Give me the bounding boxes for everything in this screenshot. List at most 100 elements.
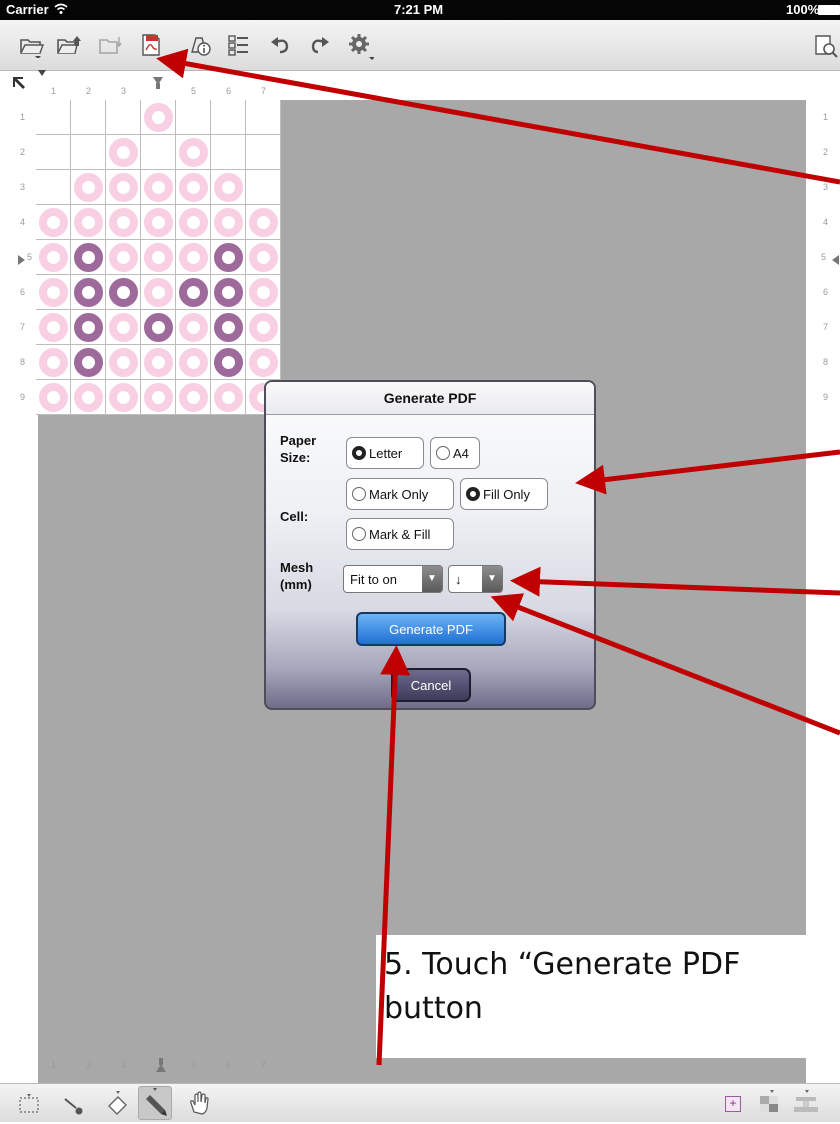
grid-cell[interactable] (211, 170, 246, 205)
grid-cell[interactable] (141, 135, 176, 170)
bead-pattern-grid[interactable] (36, 100, 281, 415)
grid-cell[interactable] (106, 380, 141, 415)
grid-cell[interactable] (211, 240, 246, 275)
ruler-tick-label: 3 (121, 1060, 127, 1070)
grid-cell[interactable] (211, 310, 246, 345)
grid-cell[interactable] (36, 275, 71, 310)
grid-cell[interactable] (176, 240, 211, 275)
grid-cell[interactable] (141, 100, 176, 135)
hand-icon[interactable] (186, 1090, 212, 1121)
column-marker-icon[interactable] (153, 77, 163, 96)
grid-cell[interactable] (176, 100, 211, 135)
generate-pdf-button[interactable]: Generate PDF (356, 612, 506, 646)
grid-cell[interactable] (211, 380, 246, 415)
pink-bead (249, 278, 278, 307)
collapse-ruler-icon[interactable] (12, 76, 26, 95)
grid-cell[interactable] (176, 310, 211, 345)
cell-fill-only-option[interactable]: Fill Only (460, 478, 548, 510)
grid-cell[interactable] (246, 100, 281, 135)
grid-cell[interactable] (141, 170, 176, 205)
cancel-button[interactable]: Cancel (391, 668, 471, 702)
cell-mark-fill-option[interactable]: Mark & Fill (346, 518, 454, 550)
grid-cell[interactable] (141, 380, 176, 415)
brush-icon[interactable] (62, 1094, 86, 1121)
grid-cell[interactable] (246, 170, 281, 205)
grid-cell[interactable] (246, 205, 281, 240)
grid-cell[interactable] (246, 240, 281, 275)
grid-cell[interactable] (71, 275, 106, 310)
grid-cell[interactable] (71, 205, 106, 240)
grid-cell[interactable] (36, 380, 71, 415)
grid-cell[interactable] (176, 275, 211, 310)
grid-cell[interactable] (246, 310, 281, 345)
grid-cell[interactable] (106, 275, 141, 310)
stamp-icon[interactable] (792, 1090, 832, 1121)
grid-cell[interactable] (211, 205, 246, 240)
pdf-icon[interactable] (138, 32, 164, 58)
grid-cell[interactable] (71, 100, 106, 135)
grid-cell[interactable] (141, 205, 176, 240)
grid-cell[interactable] (246, 275, 281, 310)
layers-icon[interactable] (757, 1090, 781, 1121)
grid-cell[interactable] (141, 240, 176, 275)
grid-cell[interactable] (176, 380, 211, 415)
grid-cell[interactable] (71, 345, 106, 380)
grid-cell[interactable] (246, 345, 281, 380)
zoom-plus-icon[interactable]: + (725, 1096, 741, 1112)
grid-cell[interactable] (176, 205, 211, 240)
grid-cell[interactable] (176, 135, 211, 170)
grid-cell[interactable] (71, 170, 106, 205)
grid-cell[interactable] (246, 135, 281, 170)
grid-cell[interactable] (141, 310, 176, 345)
paper-a4-option[interactable]: A4 (430, 437, 480, 469)
paper-letter-option[interactable]: Letter (346, 437, 424, 469)
grid-cell[interactable] (211, 100, 246, 135)
grid-cell[interactable] (141, 345, 176, 380)
preview-icon[interactable] (812, 32, 838, 58)
pink-bead (74, 208, 103, 237)
grid-cell[interactable] (106, 240, 141, 275)
save-export-icon[interactable] (55, 32, 81, 58)
grid-cell[interactable] (106, 100, 141, 135)
grid-cell[interactable] (36, 240, 71, 275)
select-rect-icon[interactable] (18, 1094, 42, 1121)
mesh-fit-select[interactable]: Fit to on ▼ (343, 565, 443, 593)
grid-cell[interactable] (211, 345, 246, 380)
info-icon[interactable] (188, 32, 214, 58)
undo-icon[interactable] (268, 32, 294, 58)
grid-cell[interactable] (106, 205, 141, 240)
grid-cell[interactable] (106, 345, 141, 380)
grid-cell[interactable] (71, 240, 106, 275)
grid-cell[interactable] (36, 345, 71, 380)
gear-icon[interactable] (346, 32, 375, 60)
purple-bead (109, 278, 138, 307)
grid-cell[interactable] (36, 170, 71, 205)
grid-cell[interactable] (71, 380, 106, 415)
grid-cell[interactable] (36, 310, 71, 345)
folder-import-icon[interactable] (97, 32, 123, 58)
list-icon[interactable] (226, 32, 252, 58)
grid-cell[interactable] (36, 100, 71, 135)
grid-cell[interactable] (211, 135, 246, 170)
grid-cell[interactable] (106, 135, 141, 170)
redo-icon[interactable] (306, 32, 332, 58)
mesh-size-select[interactable]: ↓ ▼ (448, 565, 503, 593)
pink-bead (249, 313, 278, 342)
eraser-icon[interactable] (104, 1090, 132, 1121)
cell-mark-only-option[interactable]: Mark Only (346, 478, 454, 510)
row-marker-icon[interactable] (18, 252, 28, 270)
grid-cell[interactable] (141, 275, 176, 310)
grid-cell[interactable] (176, 170, 211, 205)
grid-cell[interactable] (106, 310, 141, 345)
grid-cell[interactable] (106, 170, 141, 205)
grid-cell[interactable] (36, 205, 71, 240)
grid-cell[interactable] (176, 345, 211, 380)
row-marker-right-icon[interactable] (829, 252, 839, 270)
folder-open-icon[interactable] (18, 32, 45, 59)
grid-cell[interactable] (211, 275, 246, 310)
grid-cell[interactable] (71, 310, 106, 345)
grid-cell[interactable] (71, 135, 106, 170)
pencil-tool-button[interactable] (138, 1086, 172, 1120)
grid-cell[interactable] (36, 135, 71, 170)
column-marker-bottom-icon[interactable] (156, 1058, 166, 1077)
